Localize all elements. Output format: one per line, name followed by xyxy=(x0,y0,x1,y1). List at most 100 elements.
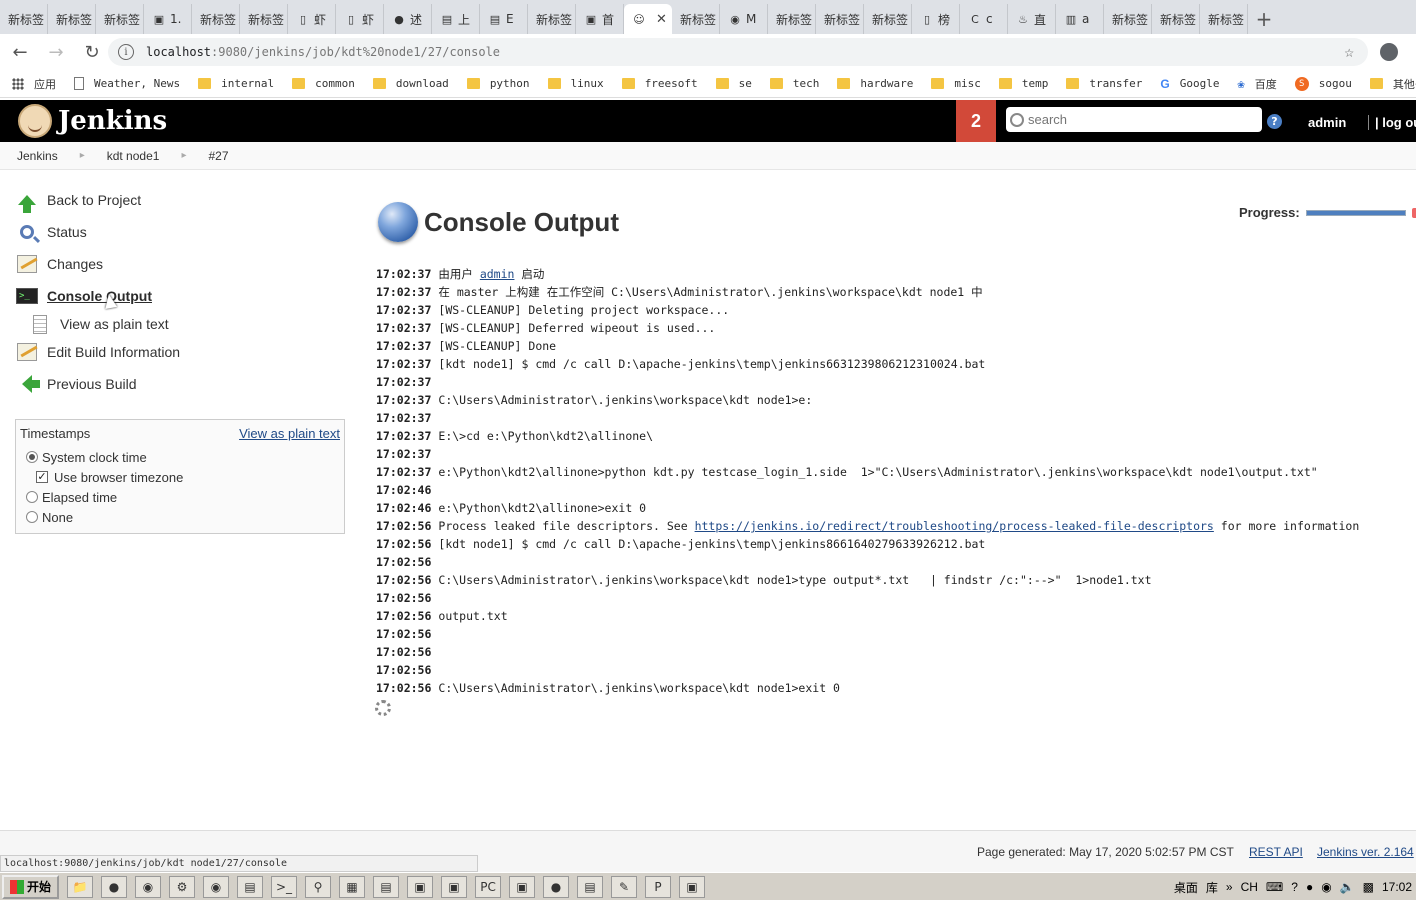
option-system-clock[interactable]: System clock time xyxy=(16,447,344,467)
radio-button[interactable] xyxy=(26,491,38,503)
breadcrumb-item-job[interactable]: kdt node1 ▸ xyxy=(107,149,209,163)
browser-tab[interactable]: 新标签 xyxy=(1104,4,1152,34)
bookmark-item[interactable]: ❀ 百度 xyxy=(1237,76,1276,92)
p-app-icon[interactable]: P xyxy=(645,875,672,898)
browser-tab[interactable]: 新标签 xyxy=(528,4,576,34)
bookmark-item[interactable]: download xyxy=(372,77,449,90)
gear-icon[interactable]: ⚙ xyxy=(169,875,196,898)
task-view-plain-text[interactable]: View as plain text xyxy=(16,312,356,336)
bookmark-item[interactable]: 其他书签 xyxy=(1369,76,1416,92)
bookmark-item[interactable]: internal xyxy=(198,77,274,90)
task-back-to-project[interactable]: Back to Project xyxy=(16,184,356,216)
browser-tab[interactable]: 新标签 xyxy=(672,4,720,34)
bookmark-item[interactable]: linux xyxy=(547,77,604,90)
bookmark-item[interactable]: temp xyxy=(998,77,1048,90)
forward-icon[interactable]: → xyxy=(40,36,72,68)
close-tab-icon[interactable]: ✕ xyxy=(656,12,667,27)
chrome-icon[interactable]: ◉ xyxy=(135,875,162,898)
task-edit-build-information[interactable]: Edit Build Information xyxy=(16,336,356,368)
bookmark-item[interactable]: misc xyxy=(931,77,981,90)
breadcrumb-item-jenkins[interactable]: Jenkins ▸ xyxy=(17,149,107,163)
app-icon[interactable]: ● xyxy=(543,875,570,898)
bookmark-item[interactable]: python xyxy=(466,77,530,90)
task-label[interactable]: Console Output xyxy=(47,288,152,304)
reload-icon[interactable]: ↻ xyxy=(76,36,108,68)
profile-avatar-icon[interactable] xyxy=(1380,43,1398,61)
stop-build-icon[interactable] xyxy=(1411,207,1416,218)
notification-badge[interactable]: 2 xyxy=(956,100,996,142)
notepad-app-icon[interactable]: ▤ xyxy=(373,875,400,898)
bookmark-item[interactable]: transfer xyxy=(1066,77,1142,90)
back-icon[interactable]: ← xyxy=(4,36,36,68)
bookmark-item[interactable]: Ssogou xyxy=(1294,76,1352,91)
browser-tab[interactable]: 新标签 xyxy=(864,4,912,34)
browser-tab[interactable]: ▯ 虾 xyxy=(336,4,384,34)
rest-api-link[interactable]: REST API xyxy=(1249,845,1303,859)
browser-tab[interactable]: ☺ ✕ xyxy=(624,4,672,34)
window-icon[interactable]: ▤ xyxy=(237,875,264,898)
tray-icon[interactable]: ● xyxy=(1306,880,1313,894)
logout-link[interactable]: | log out xyxy=(1368,115,1416,130)
browser-tab[interactable]: ● 述 xyxy=(384,4,432,34)
browser-tab[interactable]: ◉ M xyxy=(720,4,768,34)
desktop-label[interactable]: 桌面 xyxy=(1174,879,1198,896)
bookmark-item[interactable]: 应用 xyxy=(12,76,56,92)
task-previous-build[interactable]: Previous Build xyxy=(16,368,356,400)
radio-button[interactable] xyxy=(26,511,38,523)
browser-tab[interactable]: ▣ 1. xyxy=(144,4,192,34)
network-icon[interactable]: ▩ xyxy=(1363,880,1374,894)
task-label[interactable]: View as plain text xyxy=(60,316,169,332)
breadcrumb-item-build[interactable]: #27 xyxy=(208,149,228,163)
bookmark-item[interactable]: G Google xyxy=(1160,77,1219,91)
app-icon[interactable]: ▦ xyxy=(339,875,366,898)
explorer-icon[interactable]: 📁 xyxy=(67,875,94,898)
browser-tab[interactable]: 新标签 xyxy=(768,4,816,34)
browser-tab[interactable]: ▯ 榜 xyxy=(912,4,960,34)
jenkins-version-link[interactable]: Jenkins ver. 2.164 xyxy=(1317,845,1414,859)
keyboard-icon[interactable]: ⌨ xyxy=(1266,880,1283,894)
task-label[interactable]: Back to Project xyxy=(47,192,141,208)
bookmark-item[interactable]: freesoft xyxy=(621,77,698,90)
jenkins-logo[interactable]: Jenkins xyxy=(18,104,167,138)
browser-tab[interactable]: 新标签 xyxy=(96,4,144,34)
browser-tab[interactable]: ♨ 直 xyxy=(1008,4,1056,34)
image-icon[interactable]: ▤ xyxy=(577,875,604,898)
checkbox[interactable]: ✓ xyxy=(36,471,48,483)
tool-icon[interactable]: ▣ xyxy=(441,875,468,898)
help-icon[interactable]: ? xyxy=(1267,114,1282,129)
browser-tab[interactable]: 新标签 xyxy=(192,4,240,34)
task-label[interactable]: Previous Build xyxy=(47,376,137,392)
browser-tab[interactable]: 新标签 xyxy=(240,4,288,34)
bookmark-item[interactable]: hardware xyxy=(837,77,913,90)
info-icon[interactable]: i xyxy=(118,44,134,60)
browser-tab[interactable]: 新标签 xyxy=(1152,4,1200,34)
browser-tab[interactable]: ▣ 首 xyxy=(576,4,624,34)
timestamps-plain-text-link[interactable]: View as plain text xyxy=(239,426,340,441)
option-none[interactable]: None xyxy=(16,507,344,527)
app-icon[interactable]: ▣ xyxy=(679,875,706,898)
qq-icon[interactable]: ◉ xyxy=(1321,880,1331,894)
clock[interactable]: 17:02 xyxy=(1382,880,1412,894)
browser-tab[interactable]: ▥ a xyxy=(1056,4,1104,34)
search-input[interactable] xyxy=(1028,112,1248,127)
bookmark-item[interactable]: se xyxy=(715,77,752,90)
option-browser-timezone[interactable]: ✓ Use browser timezone xyxy=(16,467,344,487)
new-tab-icon[interactable]: + xyxy=(1248,4,1280,34)
bookmark-item[interactable]: tech xyxy=(769,77,819,90)
browser-tab[interactable]: 新标签 xyxy=(816,4,864,34)
browser-tab[interactable]: ▯ 虾 xyxy=(288,4,336,34)
task-console-output[interactable]: >_ Console Output xyxy=(16,280,356,312)
help-tray-icon[interactable]: ? xyxy=(1291,880,1298,894)
browser-tab[interactable]: ▤ E xyxy=(480,4,528,34)
browser-tab[interactable]: 新标签 xyxy=(1200,4,1248,34)
ime-indicator[interactable]: CH xyxy=(1241,880,1258,894)
task-status[interactable]: Status xyxy=(16,216,356,248)
task-label[interactable]: Edit Build Information xyxy=(47,344,180,360)
browser-tab[interactable]: 新标签 xyxy=(0,4,48,34)
editor-icon[interactable]: ✎ xyxy=(611,875,638,898)
console-link[interactable]: https://jenkins.io/redirect/troubleshoot… xyxy=(695,519,1214,533)
user-link[interactable]: admin xyxy=(1308,115,1346,130)
console-link[interactable]: admin xyxy=(480,267,515,281)
bookmark-item[interactable]: Weather, News xyxy=(74,77,180,90)
library-label[interactable]: 库 xyxy=(1206,879,1218,896)
